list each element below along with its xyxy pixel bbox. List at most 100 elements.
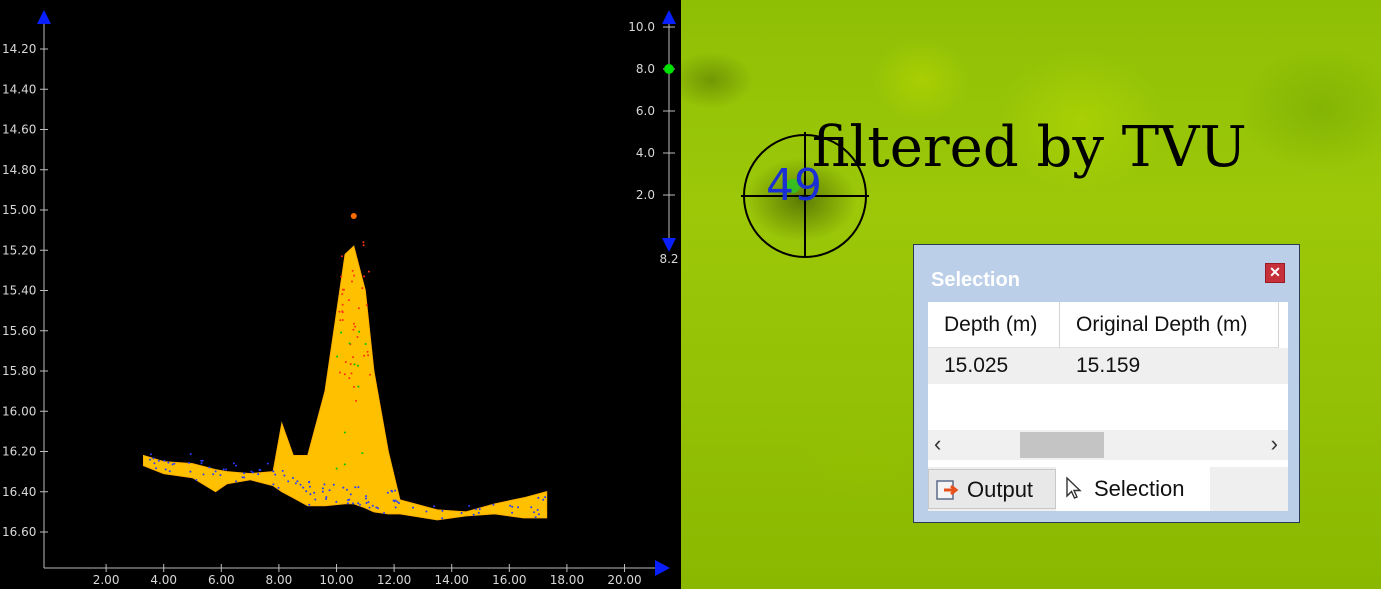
- sounding-point: [351, 280, 353, 283]
- sounding-point: [354, 325, 357, 328]
- sounding-point: [343, 431, 346, 434]
- y-tick-label: 16.40: [2, 485, 36, 499]
- sounding-point: [359, 503, 361, 506]
- close-icon[interactable]: ✕: [1265, 263, 1285, 283]
- sounding-point: [214, 470, 217, 473]
- sounding-point: [219, 474, 222, 477]
- sounding-point: [460, 512, 463, 514]
- sounding-point: [352, 356, 354, 359]
- sounding-point: [149, 458, 152, 461]
- scale-marker-handle: [664, 64, 674, 74]
- annotation-caption: filtered by TVU: [812, 115, 1247, 180]
- depth-profile-chart[interactable]: 14.20 14.40 14.60 14.80 15.00 15.20 15.40 15.60…: [0, 0, 681, 589]
- y-tick-label: 15.80: [2, 364, 36, 378]
- x-tick-label: 20.00: [607, 573, 641, 587]
- sounding-point: [332, 483, 335, 486]
- sounding-point: [349, 493, 352, 496]
- sounding-point: [350, 372, 353, 375]
- selection-table[interactable]: Depth (m) Original Depth (m) 15.025 15.1…: [928, 302, 1288, 470]
- tab-selection[interactable]: Selection: [1056, 467, 1210, 511]
- sounding-point: [544, 496, 547, 499]
- scale-tick-label: 4.0: [636, 146, 655, 160]
- sounding-point: [363, 275, 366, 278]
- sounding-point: [357, 385, 360, 388]
- tab-output-label: Output: [967, 477, 1034, 502]
- sounding-point: [536, 508, 539, 511]
- sounding-point: [305, 490, 308, 493]
- scroll-left-icon[interactable]: ‹: [934, 430, 941, 458]
- sounding-point: [163, 459, 166, 462]
- scale-tick-label: 2.0: [636, 188, 655, 202]
- scrollbar-thumb[interactable]: [1020, 432, 1104, 458]
- sounding-point: [235, 464, 238, 467]
- sounding-point: [517, 506, 519, 509]
- sounding-point: [347, 299, 350, 302]
- sounding-point: [361, 287, 364, 290]
- table-row[interactable]: 15.025 15.159: [928, 348, 1288, 384]
- tab-output[interactable]: Output: [928, 469, 1056, 509]
- sounding-point: [339, 319, 342, 322]
- sounding-point: [274, 473, 277, 476]
- window-tabs: Output Selection: [928, 467, 1288, 511]
- sounding-point: [222, 468, 225, 471]
- sounding-point: [342, 486, 345, 489]
- sounding-point: [354, 486, 357, 489]
- sounding-point: [296, 480, 299, 483]
- sounding-point: [313, 491, 316, 494]
- sounding-point: [299, 483, 302, 486]
- sounding-point: [202, 473, 205, 476]
- sounding-point: [343, 463, 346, 466]
- y-tick-label: 15.60: [2, 324, 36, 338]
- sounding-point: [294, 482, 297, 485]
- sounding-point: [347, 499, 349, 502]
- sounding-point: [391, 490, 394, 493]
- x-tick-label: 6.00: [208, 573, 235, 587]
- y-tick-label: 16.20: [2, 445, 36, 459]
- depth-profile-panel[interactable]: 14.20 14.40 14.60 14.80 15.00 15.20 15.40 15.60…: [0, 0, 681, 589]
- sounding-point: [348, 377, 351, 380]
- sounding-point: [492, 503, 495, 506]
- sounding-point: [357, 502, 360, 505]
- x-tick-label: 18.00: [550, 573, 584, 587]
- y-tick-label: 16.00: [2, 404, 36, 418]
- sounding-point: [530, 506, 533, 509]
- horizontal-scrollbar[interactable]: ‹ ›: [928, 430, 1288, 460]
- sounding-point: [394, 506, 397, 509]
- sounding-point: [325, 498, 327, 500]
- sounding-point: [509, 504, 512, 507]
- sounding-point: [365, 304, 368, 307]
- scale-tick-label: 8.0: [636, 62, 655, 76]
- sounding-point: [335, 467, 338, 470]
- x-tick-label: 2.00: [93, 573, 120, 587]
- sounding-point: [511, 511, 514, 514]
- column-header-depth[interactable]: Depth (m): [928, 302, 1060, 348]
- sounding-point: [441, 509, 444, 512]
- sounding-point: [362, 244, 365, 247]
- sounding-point: [167, 461, 170, 464]
- sounding-point: [348, 342, 351, 345]
- tab-selection-label: Selection: [1094, 476, 1185, 501]
- sounding-point: [371, 504, 374, 507]
- sounding-point: [272, 483, 275, 486]
- sounding-point: [475, 508, 477, 511]
- sounding-point: [351, 269, 354, 272]
- y-tick-label: 14.40: [2, 82, 36, 96]
- selection-window[interactable]: Selection ✕ Depth (m) Original Depth (m)…: [913, 244, 1300, 523]
- sounding-point: [338, 310, 341, 313]
- scroll-right-icon[interactable]: ›: [1271, 430, 1278, 458]
- output-icon: [936, 480, 959, 500]
- sounding-point: [308, 503, 311, 506]
- sounding-point: [173, 462, 176, 465]
- window-titlebar[interactable]: Selection ✕: [914, 245, 1299, 300]
- scale-tick-label: 10.0: [628, 20, 655, 34]
- sounding-point: [353, 363, 356, 366]
- sounding-point: [363, 354, 366, 357]
- sounding-point: [472, 513, 475, 516]
- sounding-point: [341, 293, 344, 295]
- column-header-original-depth[interactable]: Original Depth (m): [1060, 302, 1279, 348]
- sounding-point: [346, 502, 349, 505]
- sounding-point: [357, 307, 360, 310]
- y-tick-label: 15.00: [2, 203, 36, 217]
- sounding-point: [338, 371, 341, 374]
- sounding-point: [396, 500, 399, 503]
